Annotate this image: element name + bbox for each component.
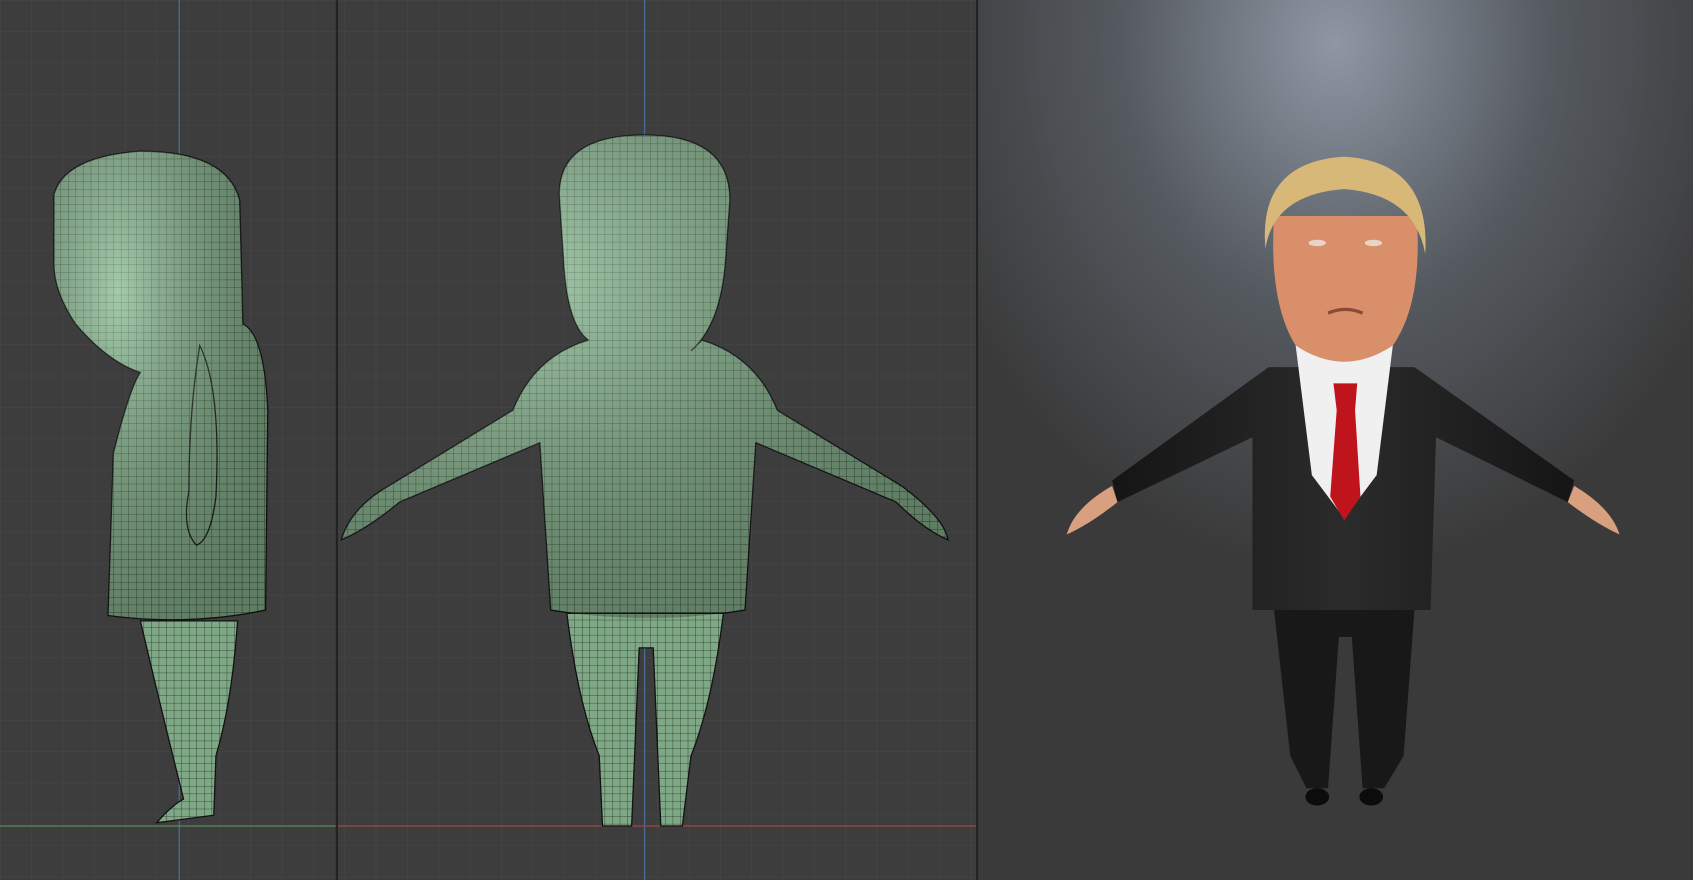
viewport-divider[interactable] xyxy=(335,0,338,880)
viewport-divider[interactable] xyxy=(976,0,979,880)
side-view-viewport[interactable] xyxy=(0,0,336,880)
rendered-viewport[interactable] xyxy=(978,0,1693,880)
front-view-viewport[interactable] xyxy=(337,0,977,880)
blender-workspace xyxy=(0,0,1693,880)
